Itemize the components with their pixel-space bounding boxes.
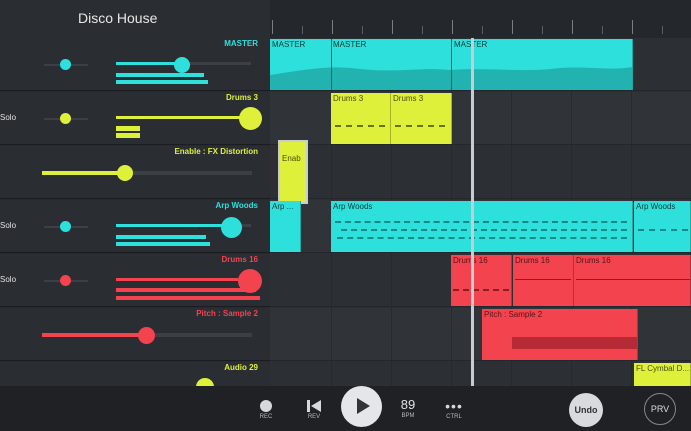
clip-label: MASTER	[272, 40, 306, 49]
solo-button[interactable]: Solo	[0, 221, 16, 230]
clip-fx-distortion[interactable]: Enab	[278, 140, 308, 204]
clip-drums-16[interactable]: Drums 16	[451, 255, 512, 306]
clip-label: Drums 3	[393, 94, 424, 103]
clip-label: Drums 16	[515, 256, 550, 265]
level-meter-right	[116, 80, 208, 84]
undo-button[interactable]: Undo	[569, 393, 603, 427]
track-arp-woods[interactable]: Arp Woods Solo	[0, 200, 270, 253]
bpm-value: 89	[400, 397, 416, 412]
clip-arp-woods[interactable]: Arp Woods	[331, 201, 633, 252]
track-name: MASTER	[224, 39, 258, 48]
clip-drums-16[interactable]: Drums 16	[513, 255, 574, 306]
clip-arp-woods[interactable]: Arp Woods	[634, 201, 691, 252]
ctrl-button[interactable]: ••• CTRL	[441, 398, 467, 420]
track-name: Drums 3	[225, 93, 258, 102]
volume-fill	[116, 224, 226, 227]
track-name: Pitch : Sample 2	[196, 309, 258, 318]
playhead[interactable]	[471, 38, 474, 386]
volume-knob[interactable]	[196, 378, 214, 386]
track-master[interactable]: MASTER	[0, 38, 270, 91]
track-name: Arp Woods	[215, 201, 258, 210]
level-meter-left	[116, 235, 206, 239]
clip-label: Enab	[282, 154, 301, 163]
clip-label: Drums 3	[333, 94, 364, 103]
level-meter-right	[116, 133, 140, 138]
track-controls-panel: MASTER Drums 3 Solo Enable : FX Distorti…	[0, 38, 270, 386]
level-meter-left	[116, 126, 140, 131]
track-drums-3[interactable]: Drums 3 Solo	[0, 92, 270, 145]
automation-fill	[42, 333, 146, 337]
clip-drums-3[interactable]: Drums 3	[391, 93, 452, 144]
rec-button[interactable]: REC	[254, 400, 278, 420]
clip-label: MASTER	[333, 40, 367, 49]
clip-drums-3[interactable]: Drums 3	[331, 93, 391, 144]
volume-fill	[116, 278, 238, 281]
clip-label: FL Cymbal D...	[636, 364, 690, 373]
automation-knob[interactable]	[138, 327, 155, 344]
pan-knob[interactable]	[60, 59, 71, 70]
timeline-ruler[interactable]	[270, 0, 691, 39]
solo-button[interactable]: Solo	[0, 275, 16, 284]
playlist-area[interactable]: MASTER MASTER MASTER Drums 3 Drums 3 Ena…	[270, 38, 691, 386]
volume-knob[interactable]	[239, 107, 262, 130]
clip-fl-cymbal[interactable]: FL Cymbal D...	[634, 363, 691, 386]
play-button[interactable]	[341, 386, 382, 427]
track-drums-16[interactable]: Drums 16 Solo	[0, 254, 270, 307]
level-meter-right	[116, 296, 260, 300]
automation-fx-distortion[interactable]: Enable : FX Distortion	[0, 146, 270, 199]
level-meter-left	[116, 288, 256, 292]
track-audio-29[interactable]: Audio 29	[0, 362, 270, 386]
level-meter-right	[116, 242, 210, 246]
bpm-display[interactable]: 89 BPM	[394, 397, 422, 419]
clip-arp-woods[interactable]: Arp ...	[270, 201, 301, 252]
clip-pitch-sample-2[interactable]: Pitch : Sample 2	[482, 309, 638, 360]
rewind-icon	[307, 400, 321, 412]
track-name: Drums 16	[221, 255, 258, 264]
volume-knob[interactable]	[221, 217, 242, 238]
solo-button[interactable]: Solo	[0, 113, 16, 122]
record-icon	[260, 400, 272, 412]
rev-button[interactable]: REV	[302, 400, 326, 420]
volume-knob[interactable]	[174, 57, 190, 73]
automation-pitch-sample-2[interactable]: Pitch : Sample 2	[0, 308, 270, 361]
automation-fill	[42, 171, 124, 175]
prv-button[interactable]: PRV	[644, 393, 676, 425]
pan-knob[interactable]	[60, 275, 71, 286]
track-name: Enable : FX Distortion	[174, 147, 258, 156]
automation-knob[interactable]	[117, 165, 133, 181]
clip-label: Arp Woods	[636, 202, 676, 211]
clip-label: Pitch : Sample 2	[484, 310, 543, 319]
pan-knob[interactable]	[60, 221, 71, 232]
clip-label: Arp Woods	[333, 202, 373, 211]
volume-fill	[116, 116, 241, 119]
song-title[interactable]: Disco House	[78, 10, 157, 26]
clip-label: Arp ...	[272, 202, 294, 211]
level-meter-left	[116, 73, 204, 77]
track-name: Audio 29	[224, 363, 258, 372]
pan-knob[interactable]	[60, 113, 71, 124]
more-dots-icon: •••	[445, 398, 463, 414]
clip-drums-16[interactable]: Drums 16	[574, 255, 691, 306]
clip-label: Drums 16	[576, 256, 611, 265]
